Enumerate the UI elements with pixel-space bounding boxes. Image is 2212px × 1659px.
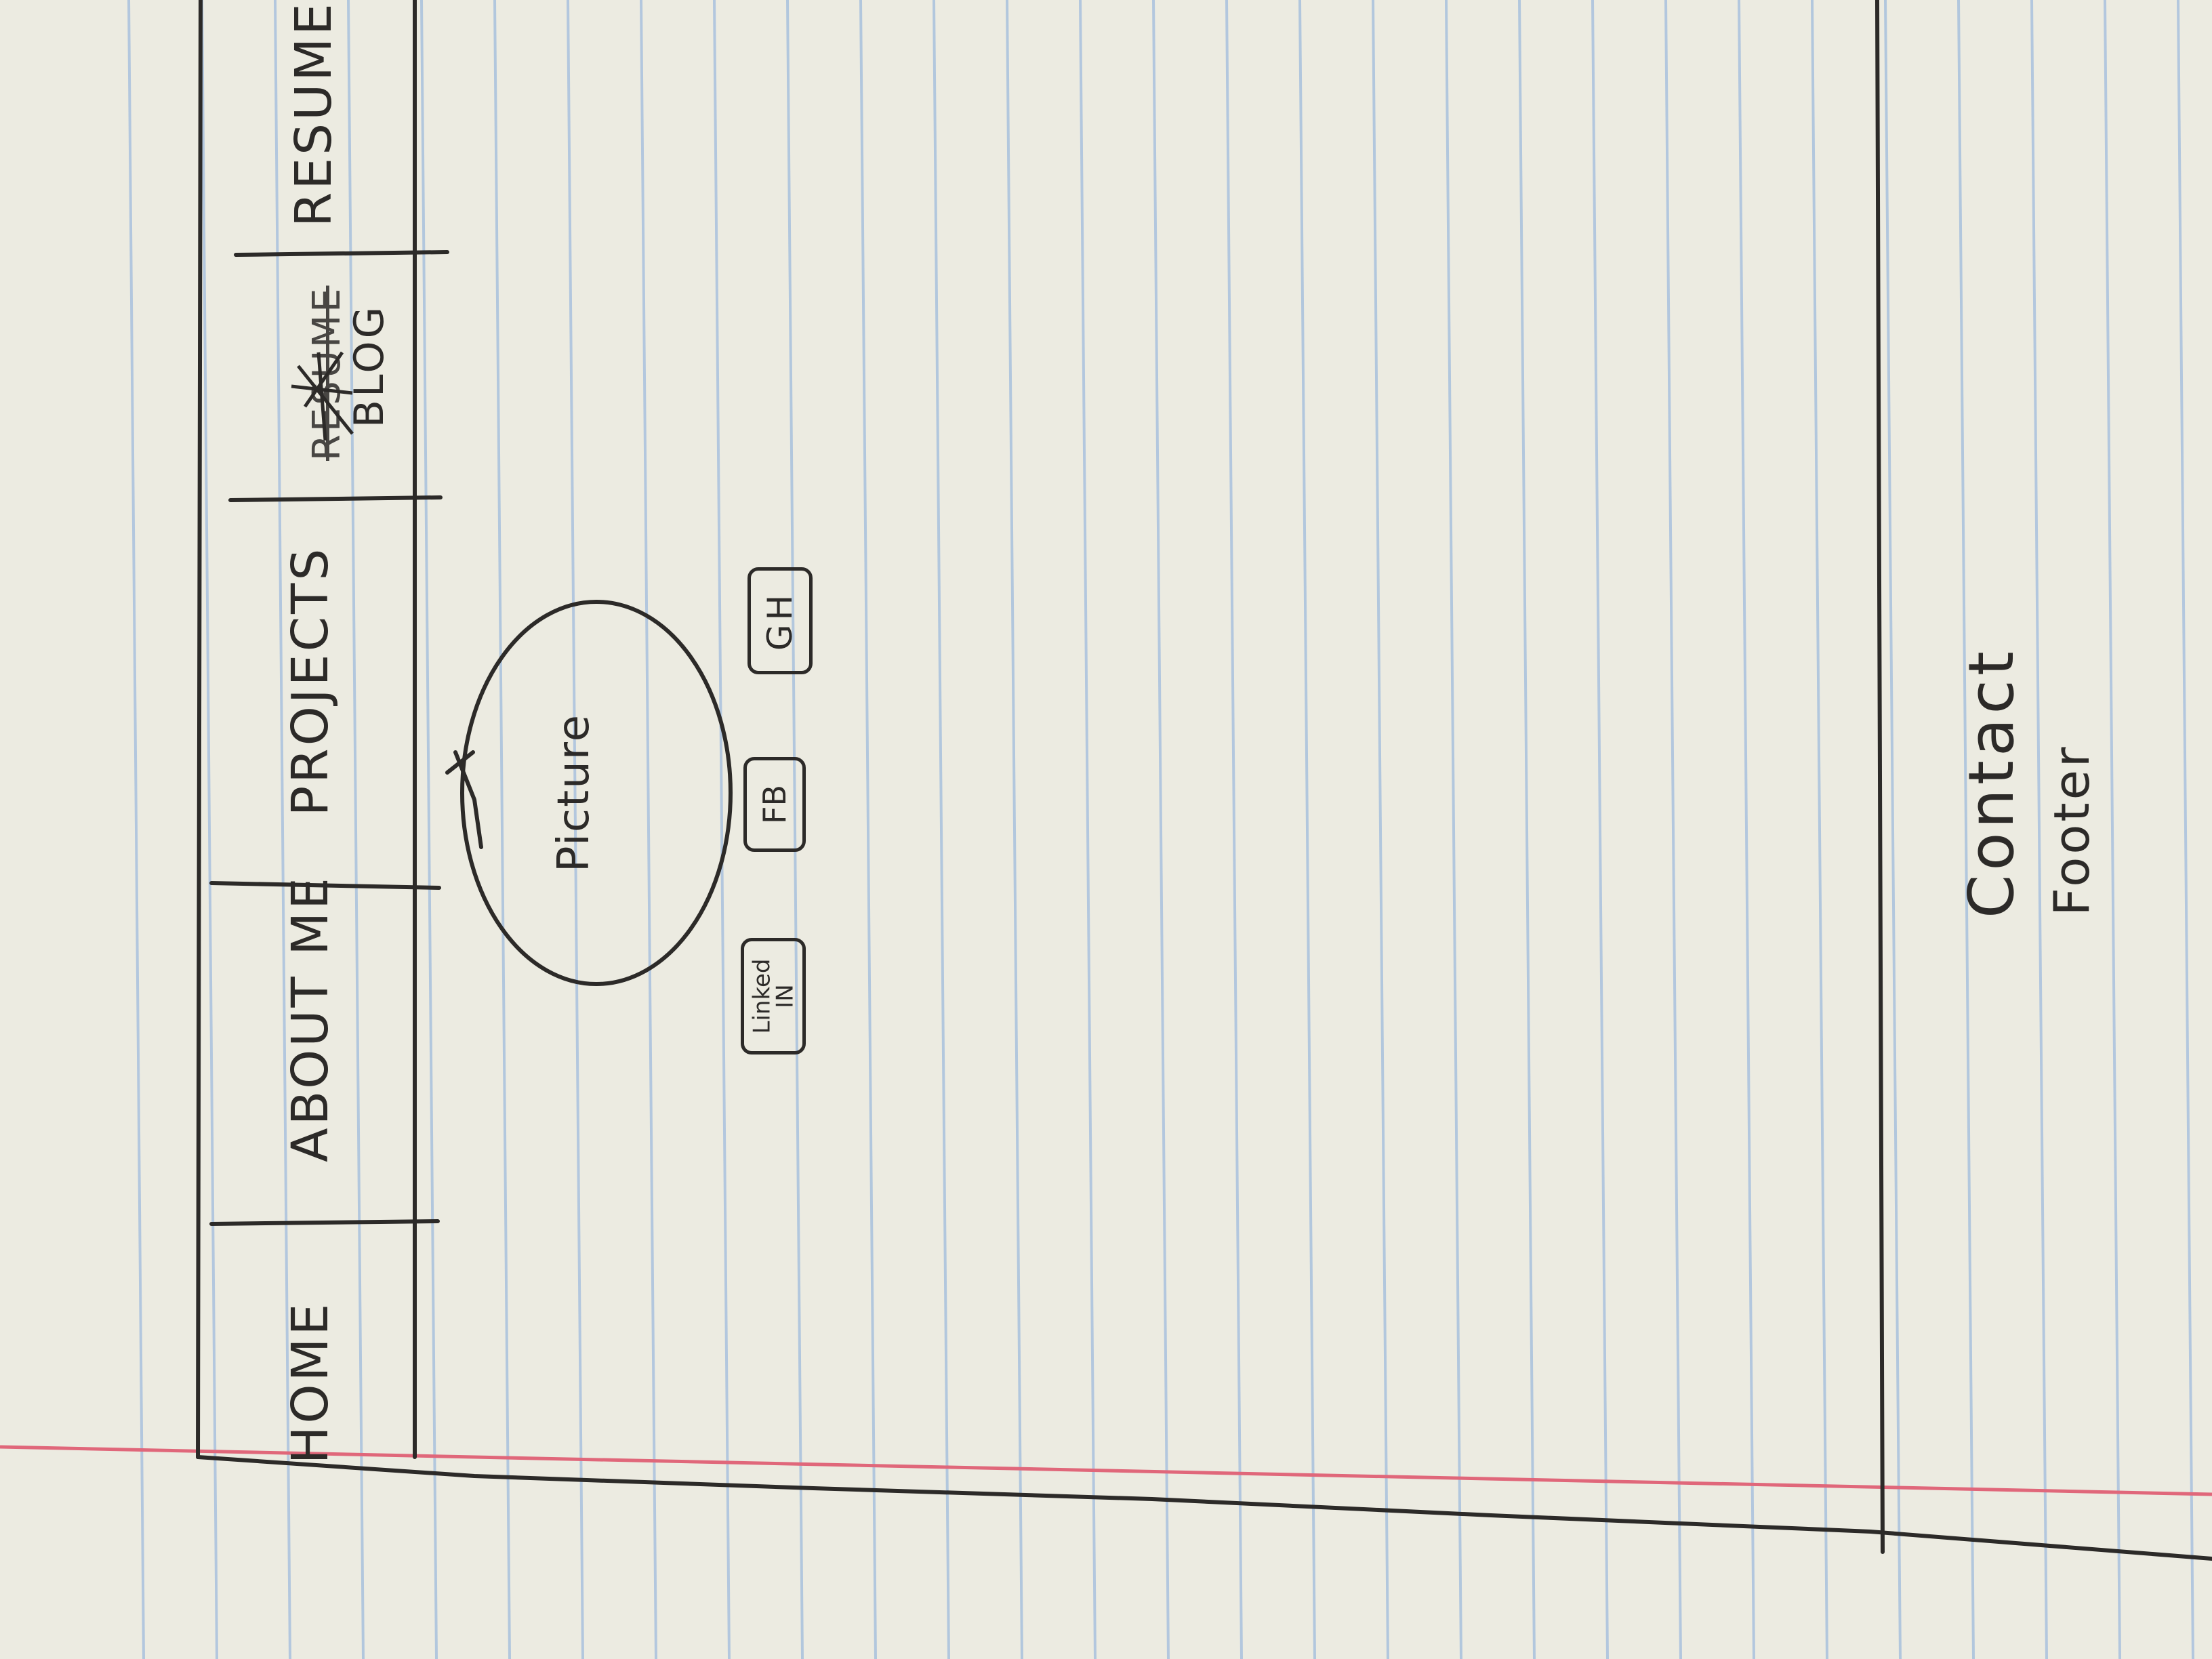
nav-item-label: HOME: [281, 1300, 340, 1465]
facebook-label: FB: [756, 784, 793, 825]
footer-contact[interactable]: Contact: [1955, 634, 2030, 932]
picture-label: Picture: [549, 713, 599, 873]
nav-item-about-me[interactable]: ABOUT ME: [281, 875, 342, 1162]
nav-item-blog[interactable]: BLOG: [346, 298, 400, 434]
facebook-button[interactable]: FB: [743, 757, 806, 852]
nav-item-home[interactable]: HOME: [281, 1294, 342, 1471]
footer-text: Footer: [2043, 744, 2100, 916]
linkedin-label-line2: IN: [771, 984, 799, 1008]
linkedin-button[interactable]: Linked IN: [741, 938, 806, 1054]
struck-label: RESUME: [305, 285, 349, 461]
nav-item-resume[interactable]: RESUME: [285, 1, 346, 227]
nav-item-label: ABOUT ME: [281, 875, 340, 1162]
linkedin-label-line1: Linked: [748, 958, 776, 1034]
notebook-sheet: HOME ABOUT ME PROJECTS RESUME BLOG RESUM…: [0, 0, 2212, 1659]
footer-contact-label: Contact: [1955, 647, 2028, 918]
nav-item-projects[interactable]: PROJECTS: [281, 546, 342, 817]
nav-item-label: RESUME: [285, 1, 343, 227]
footer-label: Footer: [2043, 715, 2104, 945]
github-label: GH: [760, 590, 800, 651]
profile-picture-placeholder: Picture: [549, 705, 603, 881]
github-button[interactable]: GH: [747, 567, 813, 674]
nav-item-label: BLOG: [346, 304, 393, 428]
nav-item-label: PROJECTS: [281, 546, 340, 817]
